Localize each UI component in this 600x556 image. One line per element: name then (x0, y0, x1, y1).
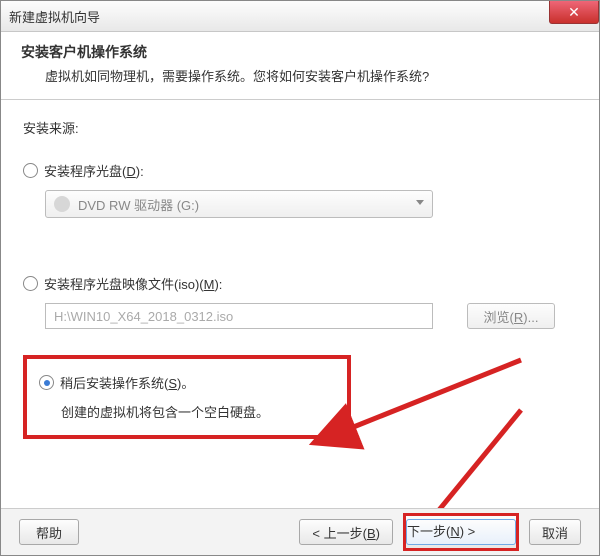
header-subtitle: 虚拟机如同物理机，需要操作系统。您将如何安装客户机操作系统? (21, 66, 579, 85)
option-iso-label: 安装程序光盘映像文件(iso)(M): (44, 274, 222, 293)
body: 安装来源: 安装程序光盘(D): DVD RW 驱动器 (G:) 安装程序光盘映… (1, 100, 599, 439)
option-later-desc: 创建的虚拟机将包含一个空白硬盘。 (39, 402, 335, 421)
highlight-box: 稍后安装操作系统(S)。 创建的虚拟机将包含一个空白硬盘。 (23, 355, 351, 439)
source-label: 安装来源: (23, 118, 577, 137)
iso-path-field[interactable]: H:\WIN10_X64_2018_0312.iso (45, 303, 433, 329)
header: 安装客户机操作系统 虚拟机如同物理机，需要操作系统。您将如何安装客户机操作系统? (1, 32, 599, 100)
window-title: 新建虚拟机向导 (9, 7, 100, 26)
radio-disc[interactable] (23, 163, 38, 178)
close-button[interactable]: ✕ (549, 1, 599, 24)
next-button[interactable]: 下一步(N) > (403, 513, 519, 551)
iso-path-value: H:\WIN10_X64_2018_0312.iso (54, 309, 233, 324)
titlebar: 新建虚拟机向导 ✕ (1, 1, 599, 32)
option-disc[interactable]: 安装程序光盘(D): (23, 161, 577, 180)
footer: 帮助 < 上一步(B) 下一步(N) > 取消 (1, 508, 599, 555)
disc-icon (54, 196, 70, 212)
radio-later[interactable] (39, 375, 54, 390)
option-disc-label: 安装程序光盘(D): (44, 161, 144, 180)
disc-dropdown-value: DVD RW 驱动器 (G:) (78, 195, 199, 214)
header-title: 安装客户机操作系统 (21, 42, 579, 62)
option-later[interactable]: 稍后安装操作系统(S)。 (39, 373, 335, 392)
help-button[interactable]: 帮助 (19, 519, 79, 545)
radio-iso[interactable] (23, 276, 38, 291)
cancel-button[interactable]: 取消 (529, 519, 581, 545)
browse-button[interactable]: 浏览(R)... (467, 303, 555, 329)
chevron-down-icon (416, 200, 424, 205)
option-iso[interactable]: 安装程序光盘映像文件(iso)(M): (23, 274, 577, 293)
back-button[interactable]: < 上一步(B) (299, 519, 393, 545)
wizard-window: 新建虚拟机向导 ✕ 安装客户机操作系统 虚拟机如同物理机，需要操作系统。您将如何… (0, 0, 600, 556)
option-later-label: 稍后安装操作系统(S)。 (60, 373, 194, 392)
disc-dropdown[interactable]: DVD RW 驱动器 (G:) (45, 190, 433, 218)
close-icon: ✕ (568, 4, 580, 21)
